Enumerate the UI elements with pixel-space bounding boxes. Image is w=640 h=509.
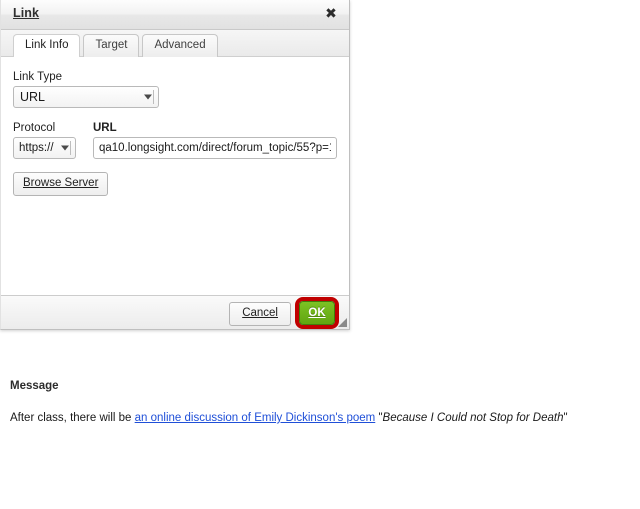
dialog-tabstrip: Link Info Target Advanced [1,30,349,57]
protocol-field-group: Protocol https:// [13,122,81,159]
url-field-group: URL [93,122,337,159]
tab-target[interactable]: Target [83,34,140,57]
message-poem-title: Because I Could not Stop for Death [382,412,564,424]
message-heading: Message [10,380,59,392]
cancel-button[interactable]: Cancel [229,302,291,326]
dialog-footer: Cancel OK [1,295,349,329]
dialog-titlebar: Link ✖ [1,0,349,30]
link-type-value[interactable]: URL [13,86,159,108]
protocol-label: Protocol [13,122,56,134]
protocol-select[interactable]: https:// [13,137,76,159]
dialog-body: Link Type URL Protocol https:// URL Brow… [1,57,349,296]
url-input[interactable] [93,137,337,159]
link-dialog: Link ✖ Link Info Target Advanced Link Type… [0,0,350,330]
url-label: URL [93,122,117,134]
close-icon[interactable]: ✖ [322,5,340,23]
dialog-title: Link [13,6,40,20]
tab-link-info[interactable]: Link Info [13,34,81,57]
message-inline-link[interactable]: an online discussion of Emily Dickinson'… [135,412,376,424]
message-body: After class, there will be an online dis… [10,410,630,426]
browse-server-button[interactable]: Browse Server [13,172,109,196]
tab-advanced[interactable]: Advanced [142,34,218,57]
protocol-value[interactable]: https:// [13,137,76,159]
message-quote-close: " [563,412,568,424]
protocol-url-row: Protocol https:// URL [13,122,337,159]
message-quote-open: " [375,412,383,424]
ok-button[interactable]: OK [299,301,335,325]
message-text-before: After class, there will be [10,412,135,424]
resize-grip[interactable] [338,318,347,327]
link-type-select[interactable]: URL [13,86,159,108]
link-type-label: Link Type [13,71,63,83]
message-block: Message After class, there will be an on… [10,380,630,426]
